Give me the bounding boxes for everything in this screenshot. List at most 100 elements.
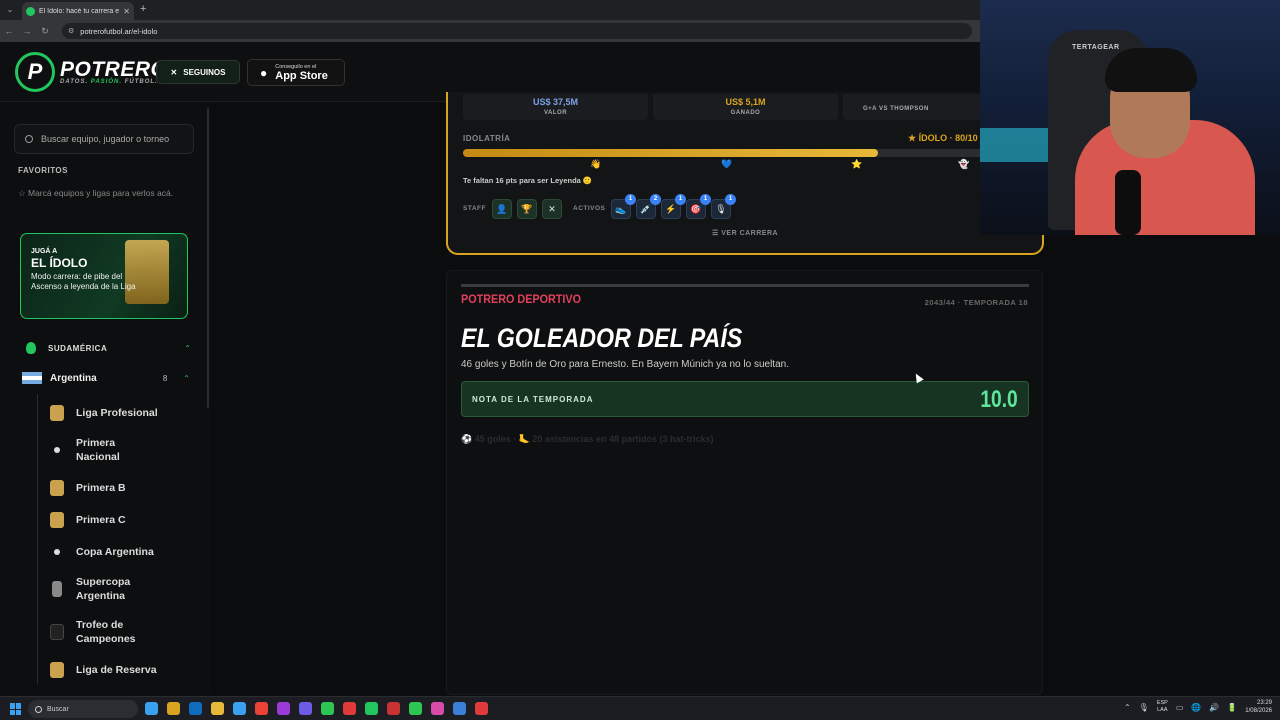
sidebar-item-primera-c[interactable]: Primera C bbox=[50, 512, 200, 528]
tagline-futbol: FÚTBOL. bbox=[124, 79, 158, 85]
taskbar-search-label: Buscar bbox=[47, 705, 69, 713]
taskbar-app-icon[interactable] bbox=[233, 702, 246, 715]
country-count: 8 bbox=[162, 373, 168, 383]
microphone-icon[interactable]: 🎙 bbox=[1139, 703, 1149, 712]
stat-compare-box: G+A VS THOMPSON bbox=[843, 94, 983, 120]
sidebar-item-primera-b[interactable]: Primera B bbox=[50, 480, 200, 496]
tabs-dropdown-icon[interactable]: ⌄ bbox=[4, 4, 16, 16]
stat-value-box: US$ 37,5M VALOR bbox=[463, 94, 648, 120]
active-bolt-chip[interactable]: ⚡ 1 bbox=[661, 194, 686, 219]
taskbar-app-icon[interactable] bbox=[431, 702, 444, 715]
clock-date: 1/08/2026 bbox=[1245, 708, 1272, 714]
taskbar-app-icon[interactable] bbox=[365, 702, 378, 715]
sidebar-item-trofeo-de-campeones[interactable]: Trofeo de Campeones bbox=[50, 618, 150, 646]
promo-description: Modo carrera: de pibe del Ascenso a leye… bbox=[31, 272, 136, 291]
active-target-chip[interactable]: 🎯 1 bbox=[686, 194, 711, 219]
favorites-hint: ☆ Marcá equipos y ligas para verlos acá. bbox=[18, 188, 188, 199]
ghost-icon: 👻 bbox=[958, 159, 970, 169]
sidebar-item-primera-nacional[interactable]: Primera Nacional bbox=[50, 436, 150, 464]
logo-tagline: DATOS. PASIÓN. FÚTBOL. bbox=[60, 79, 158, 85]
region-sudamerica[interactable]: SUDAMÉRICA ⌃ bbox=[26, 342, 191, 354]
active-boot-chip[interactable]: 👟 1 bbox=[611, 194, 636, 219]
microphone-icon: 🎙 bbox=[715, 204, 727, 214]
favorites-title: FAVORITOS bbox=[18, 166, 68, 175]
new-tab-icon[interactable]: + bbox=[140, 3, 146, 15]
count-badge: 1 bbox=[700, 194, 711, 205]
reload-icon[interactable]: ↻ bbox=[36, 26, 54, 37]
search-input[interactable] bbox=[41, 134, 181, 144]
taskbar-app-icon[interactable] bbox=[453, 702, 466, 715]
taskbar-app-icon[interactable] bbox=[189, 702, 202, 715]
store-big-label: App Store bbox=[275, 69, 328, 82]
country-label: Argentina bbox=[50, 372, 97, 384]
rating-label: NOTA DE LA TEMPORADA bbox=[472, 395, 594, 404]
site-info-icon[interactable]: ⚙ bbox=[68, 27, 74, 35]
potrero-logo-icon[interactable]: P bbox=[15, 52, 55, 92]
chevron-up-icon[interactable]: ⌃ bbox=[183, 374, 190, 383]
network-icon[interactable]: 🌐 bbox=[1191, 703, 1201, 712]
chevron-up-icon[interactable]: ⌃ bbox=[184, 344, 191, 353]
volume-icon[interactable]: 🔊 bbox=[1209, 703, 1219, 712]
url-field[interactable]: ⚙ potrerofutbol.ar/el-idolo bbox=[62, 23, 972, 39]
count-badge: 1 bbox=[725, 194, 736, 205]
points-hint-text: Te faltan 16 pts para ser Leyenda bbox=[463, 176, 581, 185]
news-divider bbox=[461, 284, 1029, 287]
x-icon: ✕ bbox=[170, 67, 178, 77]
sidebar-item-supercopa-argentina[interactable]: Supercopa Argentina bbox=[50, 575, 150, 603]
taskbar-app-icon[interactable] bbox=[299, 702, 312, 715]
news-subtitle: 46 goles y Botín de Oro para Ernesto. En… bbox=[461, 359, 789, 370]
country-argentina[interactable]: Argentina 8 ⌃ bbox=[22, 372, 190, 384]
tray-overflow-icon[interactable]: ⌃ bbox=[1124, 703, 1131, 712]
staff-person-icon[interactable]: 👤 bbox=[492, 199, 512, 219]
sidebar-item-liga-profesional[interactable]: Liga Profesional bbox=[50, 405, 200, 421]
sidebar-item-copa-argentina[interactable]: Copa Argentina bbox=[50, 545, 200, 559]
view-career-link[interactable]: ☰ VER CARRERA bbox=[712, 229, 778, 237]
taskbar-app-icon[interactable] bbox=[211, 702, 224, 715]
taskbar-search[interactable]: Buscar bbox=[28, 700, 138, 718]
promo-title: EL ÍDOLO bbox=[31, 256, 88, 270]
boot-icon: 👟 bbox=[615, 204, 627, 214]
staff-trophy-icon[interactable]: 🏆 bbox=[517, 199, 537, 219]
taskbar-app-icon[interactable] bbox=[321, 702, 334, 715]
career-summary-card: US$ 37,5M VALOR US$ 5,1M GANADO G+A VS T… bbox=[446, 92, 1044, 255]
follow-x-button[interactable]: ✕ SEGUINOS bbox=[156, 60, 240, 84]
browser-tab-active[interactable]: El Ídolo: hacé tu carrera en la Liga ✕ bbox=[22, 2, 134, 20]
news-date: 2043/44 · TEMPORADA 18 bbox=[924, 298, 1028, 307]
season-stats-line: ⚽ 45 goles · 🦶 20 asistencias en 48 part… bbox=[461, 434, 714, 444]
taskbar-app-icon[interactable] bbox=[167, 702, 180, 715]
language-indicator[interactable]: ESP LAA bbox=[1157, 700, 1168, 714]
league-label: Primera C bbox=[76, 514, 126, 526]
clock[interactable]: 23:29 1/08/2026 bbox=[1245, 699, 1272, 715]
favorites-hint-text: Marcá equipos y ligas para verlos acá. bbox=[28, 188, 174, 198]
active-syringe-chip[interactable]: 💉 2 bbox=[636, 194, 661, 219]
battery-icon[interactable]: 🔋 bbox=[1227, 703, 1237, 712]
taskbar-app-icon[interactable] bbox=[343, 702, 356, 715]
forward-icon[interactable]: → bbox=[18, 26, 36, 36]
taskbar-app-icon[interactable] bbox=[409, 702, 422, 715]
taskbar-app-icon[interactable] bbox=[277, 702, 290, 715]
tab-close-icon[interactable]: ✕ bbox=[123, 7, 130, 16]
webcam-person-hair bbox=[1105, 48, 1197, 92]
taskbar-app-icon[interactable] bbox=[145, 702, 158, 715]
windows-taskbar: Buscar ⌃ 🎙 ESP LAA ▭ 🌐 🔊 🔋 23:29 1/08/2026 bbox=[0, 696, 1280, 720]
chair-brand: TERTAGEAR bbox=[1072, 44, 1120, 51]
lang-1: ESP bbox=[1156, 700, 1168, 706]
league-crest-icon bbox=[50, 405, 64, 421]
staff-cross-icon[interactable]: ✕ bbox=[542, 199, 562, 219]
taskbar-app-icon[interactable] bbox=[475, 702, 488, 715]
url-text: potrerofutbol.ar/el-idolo bbox=[80, 26, 158, 36]
league-label: Primera B bbox=[76, 482, 126, 494]
active-mic-chip[interactable]: 🎙 1 bbox=[711, 194, 736, 219]
region-label: SUDAMÉRICA bbox=[48, 343, 108, 353]
taskbar-app-icon[interactable] bbox=[255, 702, 268, 715]
sidebar-search[interactable] bbox=[14, 124, 194, 154]
sidebar-item-liga-de-reserva[interactable]: Liga de Reserva bbox=[50, 662, 200, 678]
display-icon[interactable]: ▭ bbox=[1176, 703, 1184, 712]
sidebar-scrollbar[interactable] bbox=[207, 108, 209, 408]
windows-start-icon[interactable] bbox=[10, 703, 22, 715]
taskbar-app-icon[interactable] bbox=[387, 702, 400, 715]
stat-label: VALOR bbox=[543, 110, 568, 116]
app-store-button[interactable]: ● Conseguilo en el App Store bbox=[247, 59, 345, 86]
back-icon[interactable]: ← bbox=[0, 26, 18, 36]
el-idolo-promo-card[interactable]: JUGÁ A EL ÍDOLO Modo carrera: de pibe de… bbox=[20, 233, 188, 319]
